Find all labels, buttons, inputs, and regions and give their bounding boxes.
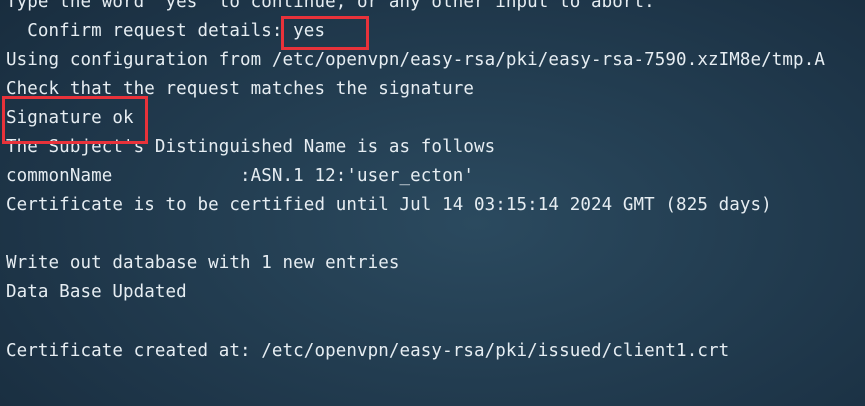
terminal-line-certified-until: Certificate is to be certified until Jul… [6, 195, 772, 215]
terminal-line-prompt-instructions: Type the word 'yes' to continue, or any … [6, 0, 655, 12]
terminal-line-confirm-request: Confirm request details: yes [6, 21, 326, 41]
terminal-line-common-name: commonName :ASN.1 12:'user_ecton' [6, 166, 474, 186]
terminal-window[interactable]: Type the word 'yes' to continue, or any … [0, 0, 865, 406]
terminal-line-certificate-created: Certificate created at: /etc/openvpn/eas… [6, 341, 730, 361]
terminal-line-using-configuration: Using configuration from /etc/openvpn/ea… [6, 50, 825, 70]
highlight-box-confirm-yes [281, 16, 369, 50]
terminal-line-database-updated: Data Base Updated [6, 282, 187, 302]
highlight-box-signature-ok [2, 96, 148, 144]
terminal-line-write-database: Write out database with 1 new entries [6, 253, 400, 273]
